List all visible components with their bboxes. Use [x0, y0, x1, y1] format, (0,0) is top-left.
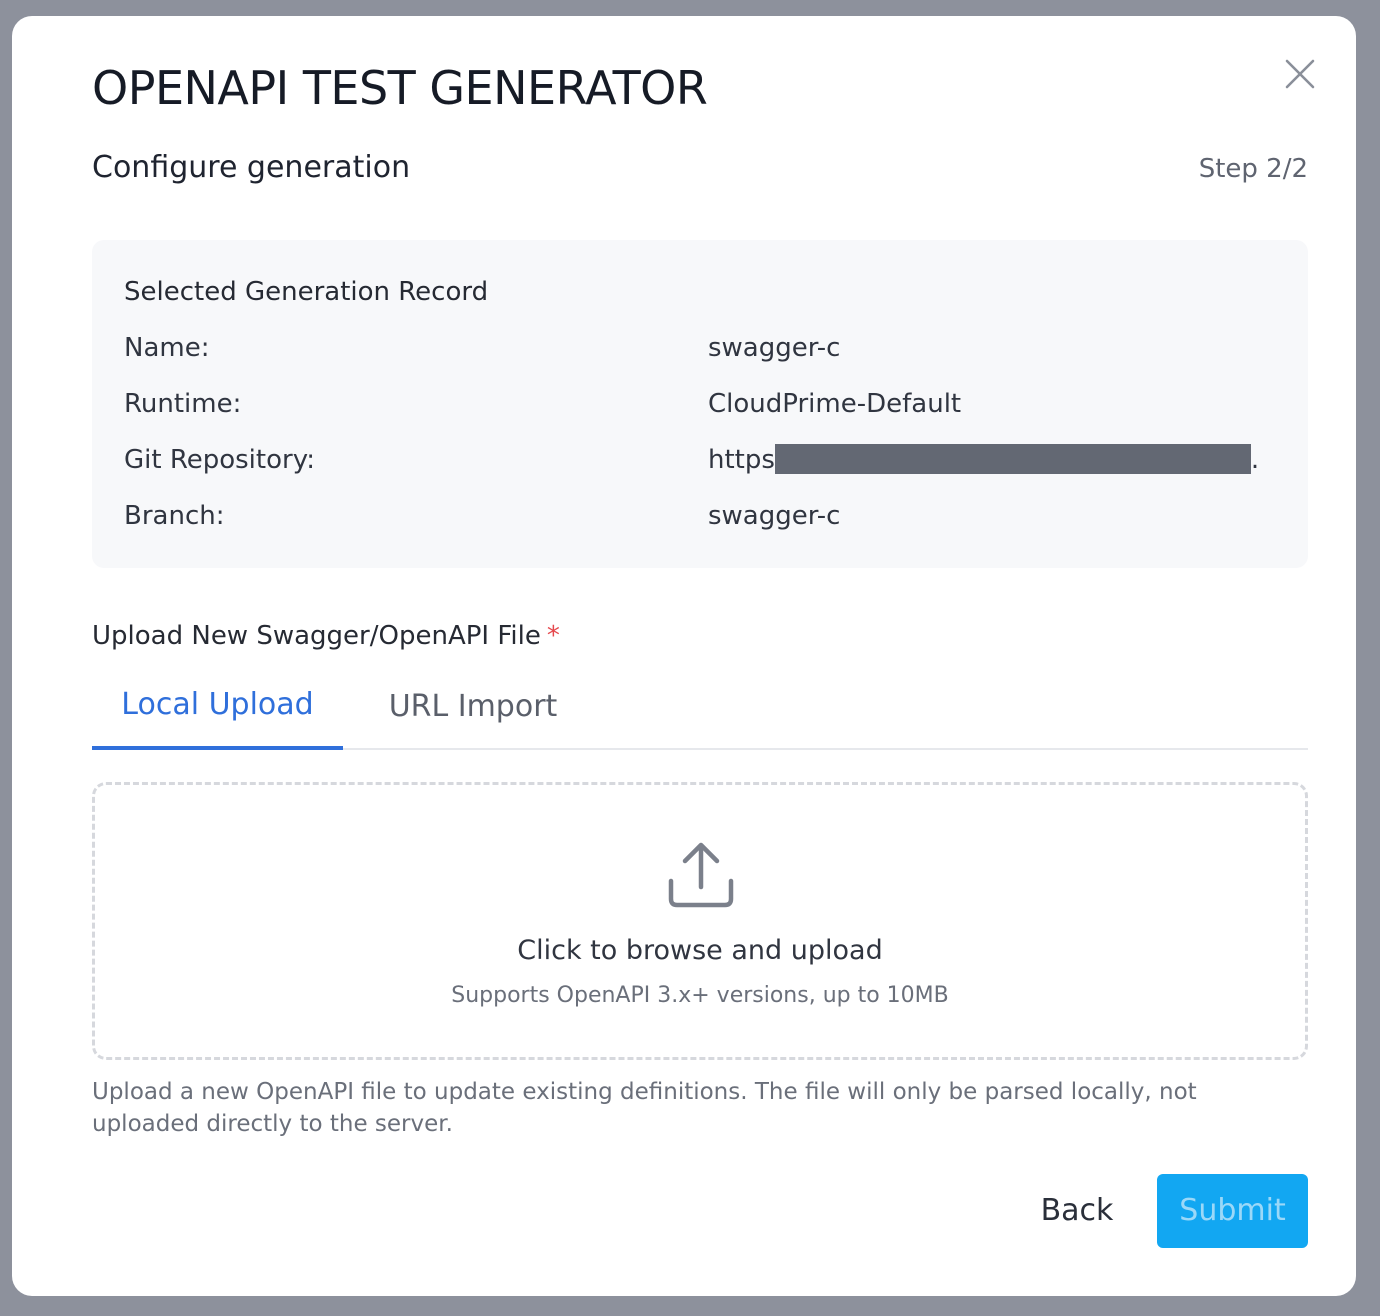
modal-dialog: OPENAPI TEST GENERATOR Configure generat… — [12, 16, 1356, 1296]
dropzone-hint: Supports OpenAPI 3.x+ versions, up to 10… — [451, 983, 949, 1008]
record-label: Branch: — [124, 501, 225, 531]
back-button[interactable]: Back — [1022, 1174, 1132, 1248]
git-url-prefix: https — [708, 445, 775, 475]
redacted-block — [774, 443, 1251, 474]
upload-help-text: Upload a new OpenAPI file to update exis… — [92, 1079, 1197, 1137]
record-label: Name: — [124, 333, 210, 363]
dropzone-title: Click to browse and upload — [517, 935, 883, 966]
record-label: Runtime: — [124, 389, 242, 419]
section-title: Configure generation — [92, 150, 411, 185]
upload-field-label: Upload New Swagger/OpenAPI File * — [92, 616, 560, 656]
close-button[interactable] — [1282, 56, 1318, 92]
tab-url-import[interactable]: URL Import — [360, 676, 586, 748]
record-value: swagger-c — [708, 501, 841, 531]
tab-local-upload[interactable]: Local Upload — [92, 676, 343, 750]
upload-dropzone[interactable]: Click to browse and upload Supports Open… — [92, 782, 1308, 1060]
upload-label-text: Upload New Swagger/OpenAPI File — [92, 621, 541, 651]
record-row-git-repository: Git Repository: https. — [124, 440, 1274, 480]
record-value: swagger-c — [708, 333, 841, 363]
record-title: Selected Generation Record — [124, 277, 489, 307]
record-row-branch: Branch: swagger-c — [124, 496, 1274, 536]
record-value: CloudPrime-Default — [708, 389, 962, 419]
close-icon — [1285, 59, 1315, 89]
record-label: Git Repository: — [124, 445, 315, 475]
upload-tabs: Local Upload URL Import — [92, 676, 1308, 750]
record-panel: Selected Generation Record Name: swagger… — [92, 240, 1308, 568]
required-mark: * — [546, 621, 560, 651]
upload-icon — [668, 842, 734, 908]
step-indicator: Step 2/2 — [1198, 154, 1308, 184]
record-row-runtime: Runtime: CloudPrime-Default — [124, 384, 1274, 424]
git-url-suffix: . — [1250, 445, 1260, 475]
submit-button[interactable]: Submit — [1157, 1174, 1308, 1248]
dialog-title: OPENAPI TEST GENERATOR — [92, 61, 708, 115]
record-value-git-url: https. — [708, 440, 1259, 480]
record-row-name: Name: swagger-c — [124, 328, 1274, 368]
